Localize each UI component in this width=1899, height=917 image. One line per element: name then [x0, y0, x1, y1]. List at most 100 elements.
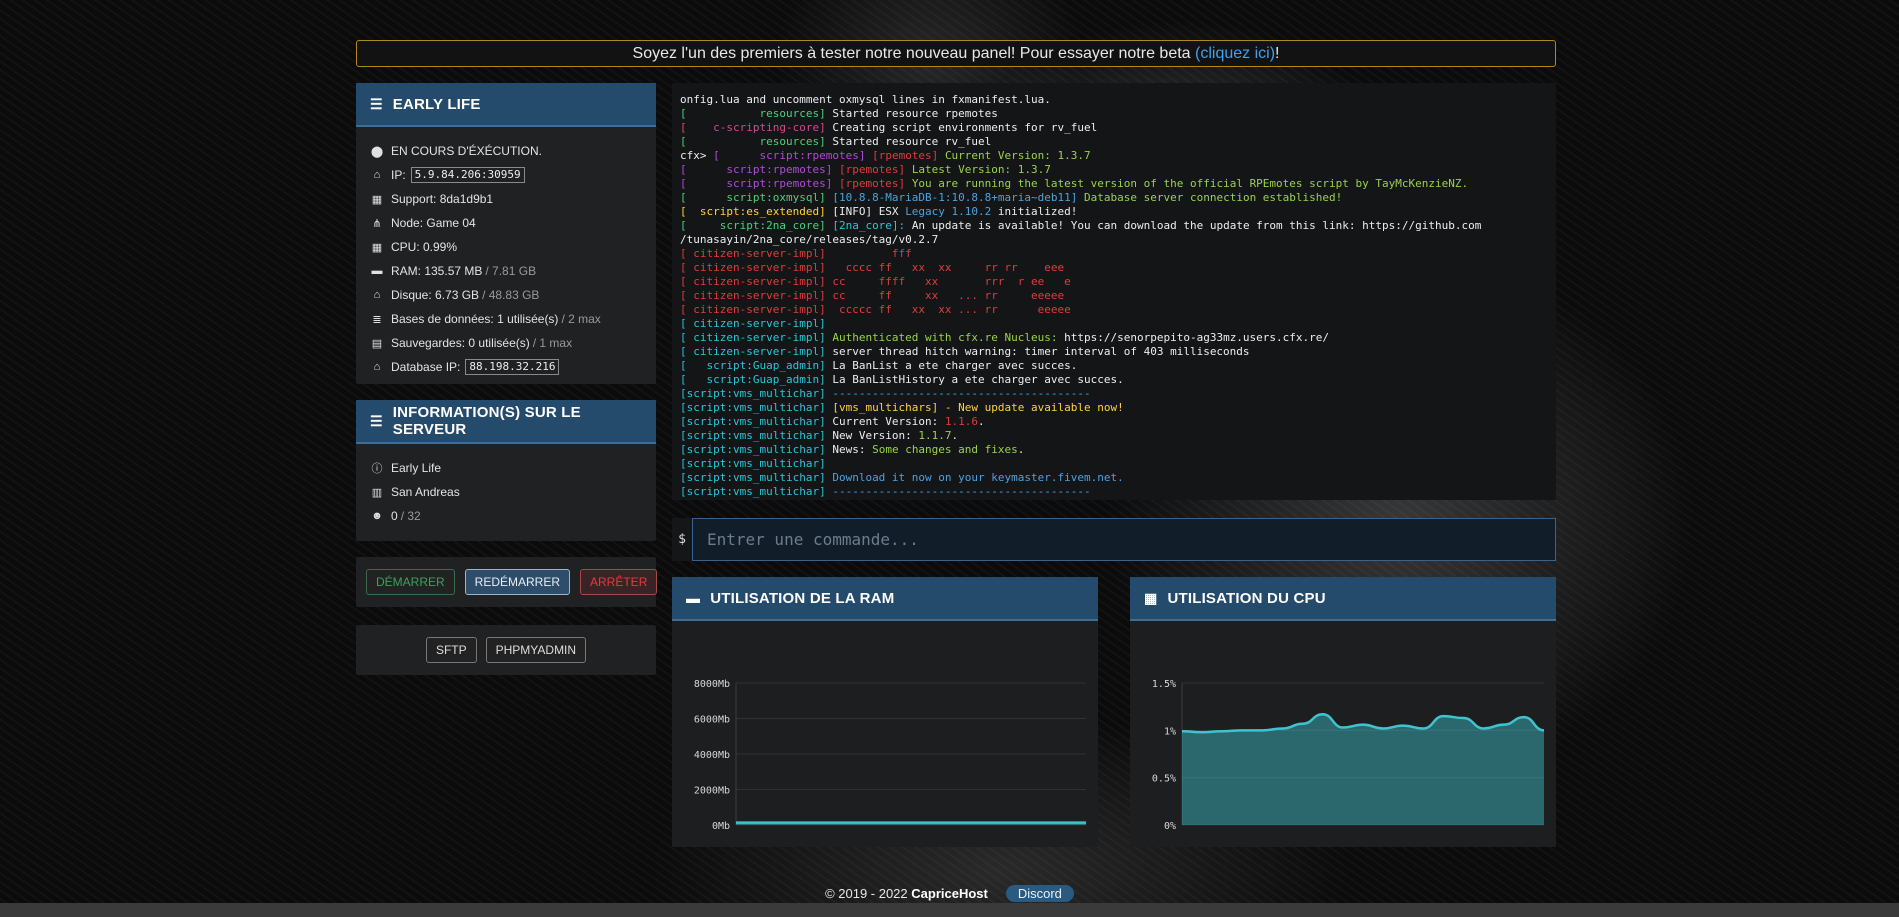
status-text: EN COURS D'ÉXÉCUTION.	[391, 144, 542, 158]
console-line: [script:vms_multichar] -----------------…	[680, 387, 1548, 401]
console-segment: [ script:oxmysql]	[680, 191, 833, 204]
info-title: INFORMATION(S) SUR LE SERVEUR	[392, 404, 581, 438]
console-segment: Current Version: 1.3.7	[944, 149, 1091, 162]
console-segment: server thread hitch warning: timer inter…	[832, 345, 1250, 358]
node-text: Node: Game 04	[391, 216, 476, 230]
console-segment: [ resources]	[680, 107, 833, 120]
database-row: ≣ Bases de données: 1 utilisée(s)/ 2 max	[356, 307, 656, 331]
ram-chart: 8000Mb 6000Mb 4000Mb 2000Mb 0Mb	[694, 679, 1086, 832]
console-segment: [10.8.8-MariaDB-1:10.8.8+maria~deb11]	[832, 191, 1084, 204]
console-line: [ script:rpemotes] [rpemotes] You are ru…	[680, 177, 1548, 191]
server-icon: ☰	[370, 412, 383, 429]
console-segment: Started resource rpemotes	[832, 107, 998, 120]
database-max: / 2 max	[561, 312, 601, 326]
console-line: [ script:oxmysql] [10.8.8-MariaDB-1:10.8…	[680, 191, 1548, 205]
console-segment: Download it now on your keymaster.fivem.…	[832, 471, 1124, 484]
y-tick-label: 0%	[1164, 821, 1176, 832]
console-line: cfx> [ script:rpemotes] [rpemotes] Curre…	[680, 149, 1548, 163]
console-segment: [rpemotes]	[872, 149, 945, 162]
ip-value[interactable]: 5.9.84.206:30959	[410, 167, 525, 183]
console-segment: La BanList a ete charger avec succes.	[832, 359, 1078, 372]
backup-text: Sauvegardes: 0 utilisée(s)	[391, 336, 530, 350]
archive-icon: ▤	[371, 337, 383, 350]
discord-button[interactable]: Discord	[1005, 885, 1074, 902]
console-segment: Current Version:	[832, 415, 945, 428]
console-segment: [rpemotes]	[838, 177, 912, 190]
console-segment: [script:vms_multichar]	[680, 471, 833, 484]
database-ip-label: Database IP:	[391, 360, 461, 374]
console-segment: [script:vms_multichar]	[680, 415, 833, 428]
console-segment: Authenticated with cfx.re Nucleus:	[832, 331, 1065, 344]
console-segment: [INFO]	[832, 205, 879, 218]
console-segment: [ citizen-server-impl]	[680, 331, 833, 344]
banner-link[interactable]: (cliquez ici)	[1195, 45, 1275, 62]
database-ip-value[interactable]: 88.198.32.216	[465, 359, 560, 375]
console-segment: [script:vms_multichar]	[680, 457, 826, 470]
console-segment: 1.1.6	[944, 415, 979, 428]
console-line: [ citizen-server-impl] cccc ff xx xx rr …	[680, 261, 1548, 275]
cpu-chart-header: ▦ UTILISATION DU CPU	[1130, 577, 1556, 621]
sftp-button[interactable]: SFTP	[425, 637, 477, 663]
power-card: DÉMARRER REDÉMARRER ARRÊTER	[356, 557, 658, 607]
console-segment: https://senorpepito-ag33mz.users.cfx.re/	[1064, 331, 1330, 344]
console-segment: [ resources]	[680, 135, 833, 148]
console-segment: Creating script environments for rv_fuel	[832, 121, 1098, 134]
console-segment: [script:vms_multichar]	[680, 401, 833, 414]
players-count: 0	[391, 509, 398, 523]
chip-icon: ▦	[371, 193, 383, 206]
server-name: Early Life	[391, 461, 442, 475]
cpu-row: ▦ CPU: 0.99%	[356, 235, 656, 259]
console-segment: initialized!	[997, 205, 1078, 218]
disk-row: ⌂ Disque: 6.73 GB/ 48.83 GB	[356, 283, 656, 307]
console-segment: [ citizen-server-impl] cccc ff xx xx rr …	[680, 261, 1065, 274]
phpmyadmin-button[interactable]: PHPMYADMIN	[485, 637, 587, 663]
cpu-icon: ▦	[371, 241, 383, 254]
console-segment: ---------------------------------------	[832, 387, 1091, 400]
console-segment: [script:vms_multichar]	[680, 387, 833, 400]
console-segment: News:	[832, 443, 873, 456]
console-line: [ script:Guap_admin] La BanListHistory a…	[680, 373, 1548, 387]
disk-value: 6.73 GB	[435, 288, 480, 302]
y-tick-label: 1.5%	[1152, 679, 1176, 690]
database-ip-row: ⌂ Database IP: 88.198.32.216	[356, 355, 656, 379]
console-line: [ script:Guap_admin] La BanList a ete ch…	[680, 359, 1548, 373]
console-line: [script:vms_multichar] -----------------…	[680, 485, 1548, 499]
y-tick-label: 0Mb	[712, 821, 730, 832]
y-tick-label: 6000Mb	[694, 715, 730, 726]
console-segment: .	[1017, 443, 1025, 456]
cpu-chart-card: ▦ UTILISATION DU CPU 1.5% 1% 0.5% 0%	[1130, 577, 1556, 847]
console-segment: [rpemotes]	[838, 163, 912, 176]
console-line: [script:vms_multichar] News: Some change…	[680, 443, 1548, 457]
banner-text: Soyez l'un des premiers à tester notre n…	[632, 45, 1196, 62]
start-button[interactable]: DÉMARRER	[366, 569, 455, 595]
database-icon: ≣	[372, 313, 382, 326]
console-segment: Latest Version: 1.3.7	[911, 163, 1051, 176]
console-segment: ESX	[878, 205, 906, 218]
console-segment: Database server connection established!	[1084, 191, 1343, 204]
cpu-chart: 1.5% 1% 0.5% 0%	[1152, 679, 1545, 832]
players-row: ☻ 0/ 32	[356, 504, 656, 528]
console-segment: [ citizen-server-impl]	[680, 345, 833, 358]
console-line: [script:vms_multichar] [vms_multichars] …	[680, 401, 1548, 415]
tools-card: SFTP PHPMYADMIN	[356, 625, 656, 675]
footer-brand: CapriceHost	[911, 886, 988, 901]
ip-label: IP:	[391, 168, 406, 182]
console-line: [ script:es_extended] [INFO] ESX Legacy …	[680, 205, 1548, 219]
console-segment: [script:vms_multichar]	[680, 485, 833, 498]
server-card: ☰ EARLY LIFE ⬤ EN COURS D'ÉXÉCUTION. ⌂ IP:…	[356, 83, 656, 384]
node-row: ⋔ Node: Game 04	[356, 211, 656, 235]
stop-button[interactable]: ARRÊTER	[580, 569, 658, 595]
console-segment: [ script:Guap_admin]	[680, 359, 833, 372]
console-segment: [script:vms_multichar]	[680, 429, 833, 442]
console-segment: .	[978, 415, 985, 428]
console-segment: An update is available! You can download…	[911, 219, 1482, 232]
restart-button[interactable]: REDÉMARRER	[464, 569, 571, 595]
console-segment: New Version:	[832, 429, 919, 442]
console-segment: [ citizen-server-impl] cc ffff xx rrr r …	[680, 275, 1071, 288]
console-line: [ citizen-server-impl]	[680, 317, 1548, 331]
console-output[interactable]: onfig.lua and uncomment oxmysql lines in…	[672, 83, 1556, 500]
command-input[interactable]	[692, 518, 1556, 561]
ip-row: ⌂ IP: 5.9.84.206:30959	[356, 163, 656, 187]
network-icon: ⌂	[373, 361, 381, 373]
console-segment: [2na_core]:	[832, 219, 912, 232]
